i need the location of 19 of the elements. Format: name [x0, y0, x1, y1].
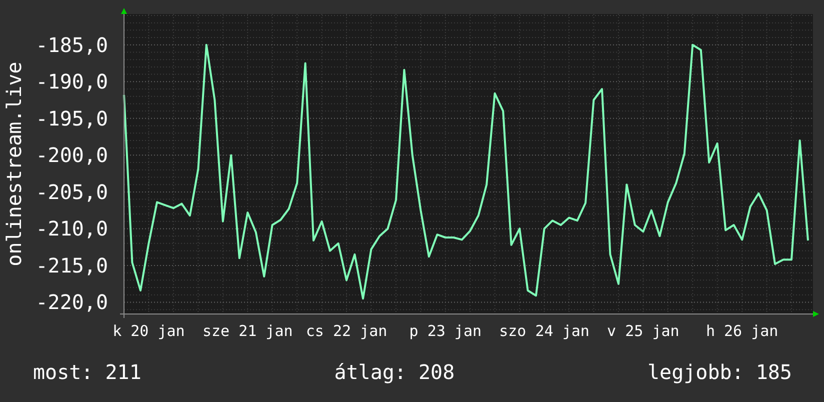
axis-label: -220,0 — [36, 290, 108, 314]
axis-label: cs 22 jan — [306, 322, 388, 340]
axis-label: -195,0 — [36, 106, 108, 130]
axis-label: v 25 jan — [607, 322, 680, 340]
axis-label: -215,0 — [36, 253, 108, 278]
axis-title: onlinestream.live — [2, 62, 26, 266]
legend-text: most: 211 — [33, 360, 142, 384]
axis-label: szo 24 jan — [499, 322, 590, 340]
axis-label: p 23 jan — [409, 322, 482, 340]
axis-label: -205,0 — [36, 180, 108, 204]
axis-label: -190,0 — [36, 70, 108, 94]
axis-label: -185,0 — [36, 32, 108, 57]
axis-label: -200,0 — [36, 143, 108, 168]
axis-label: h 26 jan — [706, 322, 778, 340]
legend-text: legjobb: 185 — [647, 360, 792, 384]
axis-label: k 20 jan — [112, 322, 185, 340]
axis-label: sze 21 jan — [202, 322, 293, 340]
axis-label: -210,0 — [36, 216, 108, 241]
legend-text: átlag: 208 — [334, 360, 455, 384]
